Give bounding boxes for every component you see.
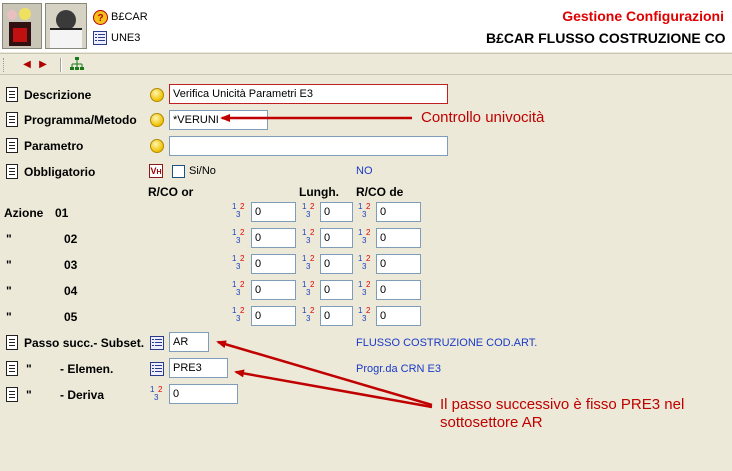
azione-prefix: " xyxy=(6,232,12,246)
azione-num: 05 xyxy=(64,310,78,324)
page-subtitle: B£CAR FLUSSO COSTRUZIONE CO xyxy=(486,30,726,46)
numeric-icon: 123 xyxy=(232,280,245,297)
programma-info-icon[interactable] xyxy=(150,113,164,127)
elemen-desc: Progr.da CRN E3 xyxy=(356,363,441,375)
azione-num: 03 xyxy=(64,258,78,272)
tree-icon[interactable] xyxy=(70,57,84,71)
azione-or-input[interactable] xyxy=(251,202,296,222)
numeric-icon: 123 xyxy=(302,280,315,297)
azione-num: 02 xyxy=(64,232,78,246)
obbligatorio-value-text: NO xyxy=(356,165,373,177)
azione-or-input[interactable] xyxy=(251,280,296,300)
deriva-label: - Deriva xyxy=(60,388,105,402)
azione-lungh-input[interactable] xyxy=(320,202,353,222)
elemen-doc-icon[interactable] xyxy=(6,361,18,376)
header: ? B£CAR UNE3 Gestione Configurazioni B£C… xyxy=(0,0,732,52)
annotation-passo-line1: Il passo successivo è fisso PRE3 nel xyxy=(440,396,685,413)
numeric-icon: 123 xyxy=(358,254,371,271)
azione-prefix: " xyxy=(6,258,12,272)
azione-or-input[interactable] xyxy=(251,306,296,326)
header-row-table: UNE3 xyxy=(92,29,140,47)
descrizione-info-icon[interactable] xyxy=(150,88,164,102)
azione-lungh-input[interactable] xyxy=(320,306,353,326)
obbligatorio-checkbox-label: Si/No xyxy=(189,165,216,177)
passo-subset-list-icon[interactable] xyxy=(150,336,164,350)
arrow-elemen xyxy=(234,369,433,409)
programma-label: Programma/Metodo xyxy=(24,113,137,127)
app-logo xyxy=(2,3,42,49)
passo-subset-desc: FLUSSO COSTRUZIONE COD.ART. xyxy=(356,337,538,349)
next-icon[interactable]: ▶ xyxy=(36,57,50,71)
azione-prefix: " xyxy=(6,284,12,298)
elemen-label: - Elemen. xyxy=(60,362,114,376)
deriva-doc-icon[interactable] xyxy=(6,387,18,402)
parametro-label: Parametro xyxy=(24,139,84,153)
numeric-icon: 123 xyxy=(302,202,315,219)
azione-num: 01 xyxy=(55,206,69,220)
obbligatorio-label: Obbligatorio xyxy=(24,165,96,179)
azione-or-input[interactable] xyxy=(251,228,296,248)
numeric-icon: 123 xyxy=(232,306,245,323)
toolbar-separator xyxy=(60,58,62,72)
numeric-icon: 123 xyxy=(358,280,371,297)
azione-or-input[interactable] xyxy=(251,254,296,274)
numeric-icon: 123 xyxy=(358,202,371,219)
passo-subset-label: Passo succ.- Subset. xyxy=(24,336,145,350)
parametro-info-icon[interactable] xyxy=(150,139,164,153)
toolbar: ◀ ▶ xyxy=(0,53,732,75)
obbligatorio-checkbox[interactable] xyxy=(172,165,185,178)
elemen-list-icon[interactable] xyxy=(150,362,164,376)
parametro-input[interactable] xyxy=(169,136,448,156)
prev-icon[interactable]: ◀ xyxy=(20,57,34,71)
elemen-input[interactable] xyxy=(169,358,228,378)
azione-num: 04 xyxy=(64,284,78,298)
parametro-doc-icon[interactable] xyxy=(6,138,18,153)
azione-de-input[interactable] xyxy=(376,254,421,274)
azione-de-input[interactable] xyxy=(376,228,421,248)
azione-de-input[interactable] xyxy=(376,202,421,222)
azione-lungh-input[interactable] xyxy=(320,228,353,248)
elemen-prefix: " xyxy=(26,362,32,376)
annotation-passo-line2: sottosettore AR xyxy=(440,414,543,431)
table-icon xyxy=(92,30,108,46)
programma-input[interactable] xyxy=(169,110,268,130)
yes-no-icon: VH xyxy=(149,164,163,178)
toolbar-grip[interactable] xyxy=(3,58,6,72)
azione-de-input[interactable] xyxy=(376,306,421,326)
numeric-icon: 123 xyxy=(302,306,315,323)
numeric-icon: 123 xyxy=(302,228,315,245)
col-header-rco-or: R/CO or xyxy=(148,185,194,199)
col-header-rco-de: R/CO de xyxy=(356,185,404,199)
help-icon[interactable]: ? xyxy=(92,9,108,25)
azione-lungh-input[interactable] xyxy=(320,254,353,274)
programma-doc-icon[interactable] xyxy=(6,112,18,127)
descrizione-doc-icon[interactable] xyxy=(6,87,18,102)
header-code-label: B£CAR xyxy=(111,11,148,23)
annotation-controllo: Controllo univocità xyxy=(421,109,545,126)
azione-lungh-input[interactable] xyxy=(320,280,353,300)
numeric-icon: 123 xyxy=(232,228,245,245)
page-title: Gestione Configurazioni xyxy=(562,8,724,24)
col-header-lungh: Lungh. xyxy=(299,185,339,199)
obbligatorio-doc-icon[interactable] xyxy=(6,164,18,179)
azione-prefix: " xyxy=(6,310,12,324)
numeric-icon: 123 xyxy=(358,306,371,323)
azione-de-input[interactable] xyxy=(376,280,421,300)
passo-subset-input[interactable] xyxy=(169,332,209,352)
azione-prefix: Azione xyxy=(4,206,44,220)
descrizione-input[interactable] xyxy=(169,84,448,104)
header-table-label: UNE3 xyxy=(111,32,141,44)
numeric-icon: 123 xyxy=(150,385,163,402)
header-row-code: ? B£CAR xyxy=(92,8,148,26)
numeric-icon: 123 xyxy=(232,202,245,219)
passo-doc-icon[interactable] xyxy=(6,335,18,350)
numeric-icon: 123 xyxy=(358,228,371,245)
deriva-input[interactable] xyxy=(169,384,238,404)
numeric-icon: 123 xyxy=(302,254,315,271)
user-avatar xyxy=(45,3,87,49)
deriva-prefix: " xyxy=(26,388,32,402)
svg-text:?: ? xyxy=(97,13,103,24)
descrizione-label: Descrizione xyxy=(24,88,92,102)
numeric-icon: 123 xyxy=(232,254,245,271)
